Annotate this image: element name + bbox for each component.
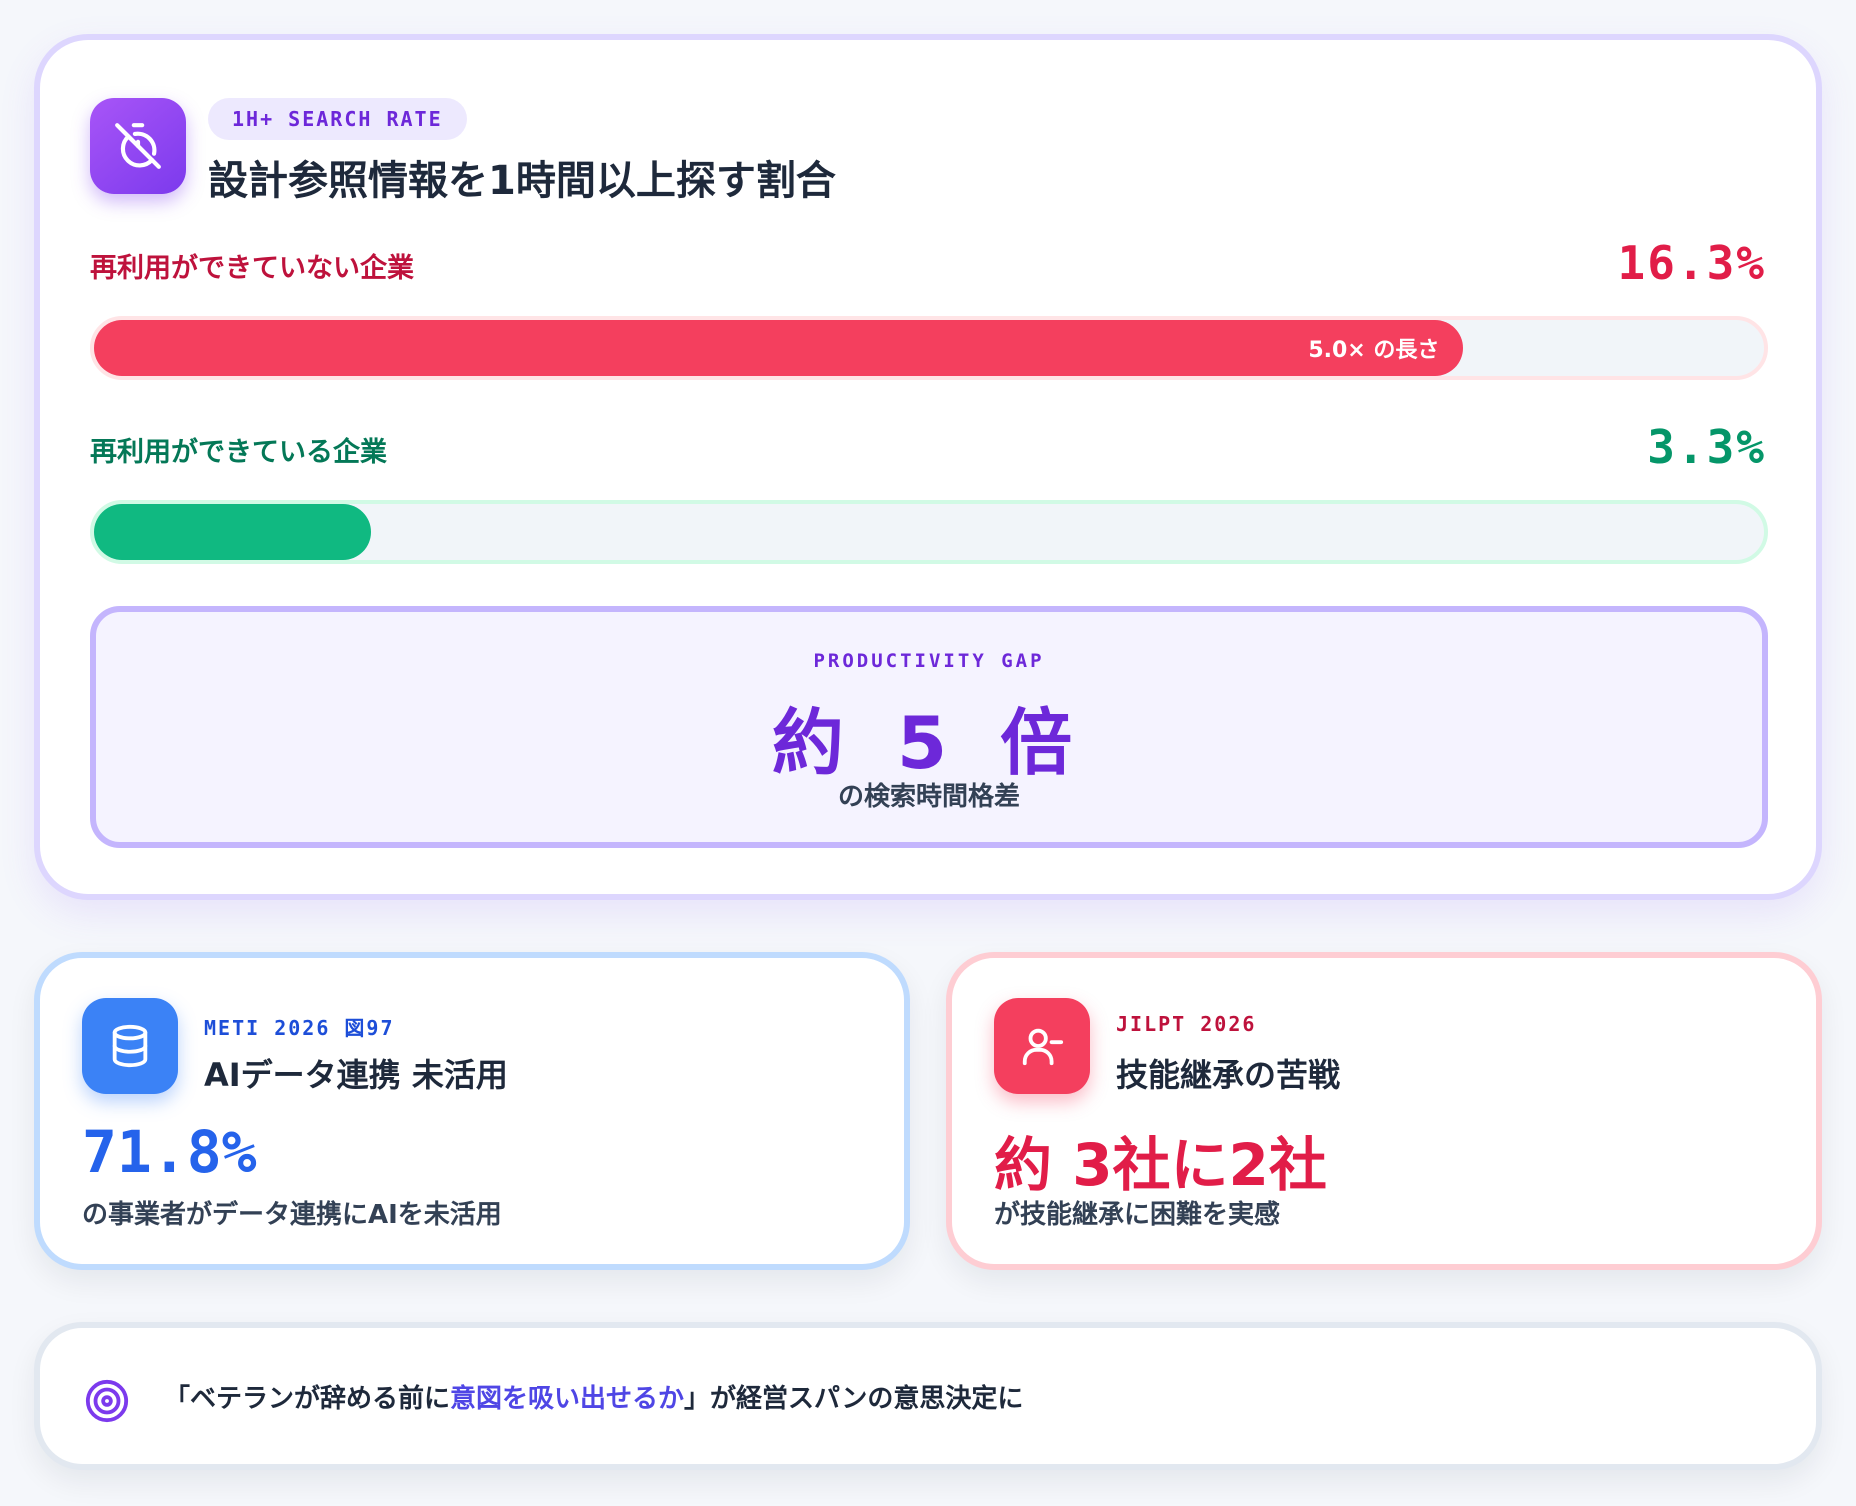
gap-label: PRODUCTIVITY GAP bbox=[813, 650, 1045, 672]
metric-chip: 1H+ SEARCH RATE bbox=[208, 98, 467, 140]
row-label-not-reusing: 再利用ができていない企業 bbox=[90, 253, 414, 284]
progress-fill-not-reusing: 5.0× の長さ bbox=[94, 320, 1464, 376]
note-highlight: 意図を吸い出せるか bbox=[450, 1384, 685, 1414]
stat-value: 71.8% bbox=[82, 1118, 257, 1186]
progress-track-reusing bbox=[90, 500, 1768, 564]
insight-note: 「ベテランが辞める前に意図を吸い出せるか」が経営スパンの意思決定に bbox=[34, 1322, 1822, 1470]
row-label-reusing: 再利用ができている企業 bbox=[90, 437, 387, 468]
note-suffix: 」が経営スパンの意思決定に bbox=[684, 1384, 1024, 1414]
row-value-not-reusing: 16.3% bbox=[1617, 236, 1766, 290]
timer-off-icon bbox=[90, 98, 186, 194]
bar-ratio-label: 5.0× の長さ bbox=[1308, 338, 1440, 363]
progress-fill-reusing bbox=[94, 504, 372, 560]
target-icon bbox=[85, 1379, 129, 1423]
card-title: 設計参照情報を1時間以上探す割合 bbox=[208, 158, 836, 204]
database-icon bbox=[82, 998, 178, 1094]
gap-caption: の検索時間格差 bbox=[837, 782, 1020, 812]
card-title: AIデータ連携 未活用 bbox=[204, 1056, 508, 1094]
note-prefix: 「ベテランが辞める前に bbox=[164, 1384, 451, 1414]
ai-data-card: METI 2026 図97 AIデータ連携 未活用 71.8% の事業者がデータ… bbox=[34, 952, 910, 1270]
skill-transfer-card: JILPT 2026 技能継承の苦戦 約 3社に2社 が技能継承に困難を実感 bbox=[946, 952, 1822, 1270]
card-title: 技能継承の苦戦 bbox=[1116, 1056, 1341, 1094]
source-chip: JILPT 2026 bbox=[1116, 1012, 1257, 1036]
row-value-reusing: 3.3% bbox=[1647, 420, 1766, 474]
stat-caption: の事業者がデータ連携にAIを未活用 bbox=[82, 1200, 502, 1230]
progress-track-not-reusing: 5.0× の長さ bbox=[90, 316, 1768, 380]
stat-caption: が技能継承に困難を実感 bbox=[994, 1200, 1281, 1230]
source-chip: METI 2026 図97 bbox=[204, 1016, 395, 1040]
search-rate-card: 1H+ SEARCH RATE 設計参照情報を1時間以上探す割合 再利用ができて… bbox=[34, 34, 1822, 900]
user-minus-icon bbox=[994, 998, 1090, 1094]
note-text: 「ベテランが辞める前に意図を吸い出せるか」が経営スパンの意思決定に bbox=[164, 1378, 1023, 1415]
gap-value: 約 5 倍 bbox=[771, 701, 1087, 785]
stat-value: 約 3社に2社 bbox=[994, 1131, 1327, 1199]
productivity-gap-box: PRODUCTIVITY GAP 約 5 倍 の検索時間格差 bbox=[90, 606, 1768, 848]
